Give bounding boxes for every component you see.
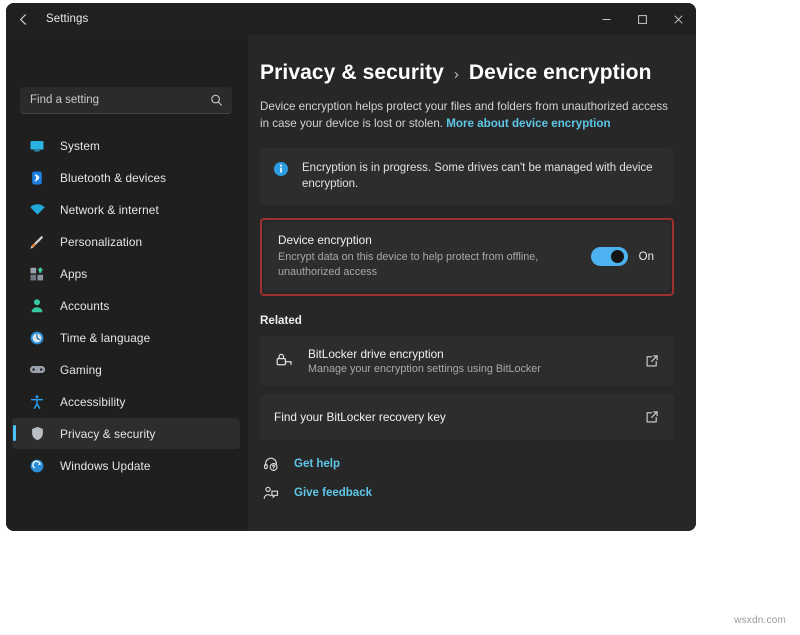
sidebar-item-label: Apps — [60, 266, 88, 281]
close-icon — [673, 14, 684, 25]
device-encryption-card[interactable]: Device encryption Encrypt data on this d… — [264, 221, 670, 292]
search-icon[interactable] — [210, 94, 223, 107]
maximize-button[interactable] — [624, 3, 660, 35]
close-button[interactable] — [660, 3, 696, 35]
paintbrush-icon — [28, 233, 46, 251]
bluetooth-icon — [28, 169, 46, 187]
breadcrumb: Privacy & security › Device encryption — [260, 61, 674, 85]
search-input[interactable] — [20, 87, 232, 113]
related-item-title: Find your BitLocker recovery key — [274, 409, 446, 424]
info-circle-icon — [273, 161, 289, 177]
device-encryption-title: Device encryption — [278, 232, 372, 247]
page-description: Device encryption helps protect your fil… — [260, 99, 672, 133]
sidebar-item-privacy-security[interactable]: Privacy & security — [12, 418, 240, 449]
external-link-icon[interactable] — [644, 410, 660, 424]
sidebar-item-windows-update[interactable]: Windows Update — [12, 450, 240, 481]
window-title: Settings — [46, 13, 89, 25]
back-button[interactable] — [6, 3, 40, 35]
sidebar-item-time-language[interactable]: Time & language — [12, 322, 240, 353]
get-help-link[interactable]: Get help — [262, 456, 674, 473]
page-title: Device encryption — [468, 61, 652, 84]
sidebar-item-personalization[interactable]: Personalization — [12, 226, 240, 257]
sidebar: System Bluetooth & devices Network & int… — [6, 35, 248, 531]
sidebar-item-accounts[interactable]: Accounts — [12, 290, 240, 321]
sidebar-item-label: Accessibility — [60, 394, 126, 409]
sidebar-item-label: Bluetooth & devices — [60, 170, 167, 185]
accessibility-person-icon — [28, 393, 46, 411]
give-feedback-link[interactable]: Give feedback — [262, 485, 674, 502]
window-controls — [588, 3, 696, 35]
apps-grid-icon — [28, 265, 46, 283]
sidebar-item-gaming[interactable]: Gaming — [12, 354, 240, 385]
page-root: Settings Find a setting System Bluetooth… — [0, 0, 800, 635]
window-body: System Bluetooth & devices Network & int… — [6, 35, 696, 531]
shield-icon — [28, 425, 46, 443]
info-banner: Encryption is in progress. Some drives c… — [260, 147, 674, 205]
search-box[interactable] — [20, 87, 232, 114]
person-icon — [28, 297, 46, 315]
device-encryption-highlight: Device encryption Encrypt data on this d… — [260, 217, 674, 296]
related-item-subtitle: Manage your encryption settings using Bi… — [308, 362, 541, 375]
minimize-button[interactable] — [588, 3, 624, 35]
toggle-state-label: On — [638, 250, 654, 263]
sidebar-item-apps[interactable]: Apps — [12, 258, 240, 289]
sidebar-item-system[interactable]: System — [12, 130, 240, 161]
related-item-find-recovery-key[interactable]: Find your BitLocker recovery key — [260, 393, 674, 440]
minimize-icon — [601, 14, 612, 25]
sidebar-item-label: Accounts — [60, 298, 110, 313]
device-encryption-texts: Device encryption Encrypt data on this d… — [278, 233, 581, 281]
related-heading: Related — [260, 313, 302, 327]
title-bar: Settings — [6, 3, 696, 35]
more-about-device-encryption-link[interactable]: More about device encryption — [446, 117, 610, 130]
maximize-icon — [637, 14, 648, 25]
toggle-knob — [610, 250, 624, 264]
monitor-icon — [28, 137, 46, 155]
update-refresh-icon — [28, 457, 46, 475]
sidebar-nav: System Bluetooth & devices Network & int… — [6, 130, 248, 481]
related-item-bitlocker-drive-encryption[interactable]: BitLocker drive encryption Manage your e… — [260, 335, 674, 386]
related-item-texts: Find your BitLocker recovery key — [274, 410, 644, 424]
sidebar-item-label: Network & internet — [60, 202, 159, 217]
related-item-title: BitLocker drive encryption — [308, 346, 444, 361]
chevron-right-icon: › — [453, 66, 459, 83]
device-encryption-toggle-group: On — [590, 247, 654, 267]
sidebar-item-label: Privacy & security — [60, 426, 156, 441]
device-encryption-subtitle: Encrypt data on this device to help prot… — [278, 250, 539, 279]
external-link-icon[interactable] — [644, 354, 660, 368]
main-content: Privacy & security › Device encryption D… — [248, 35, 696, 531]
feedback-person-icon — [262, 485, 279, 502]
breadcrumb-root[interactable]: Privacy & security — [260, 61, 444, 85]
sidebar-item-label: System — [60, 138, 100, 153]
get-help-label: Get help — [294, 458, 341, 471]
settings-window: Settings Find a setting System Bluetooth… — [6, 3, 696, 531]
sidebar-item-label: Gaming — [60, 362, 102, 377]
footer-links: Get help Give feedback — [260, 456, 674, 502]
sidebar-item-label: Windows Update — [60, 458, 151, 473]
device-encryption-toggle[interactable] — [590, 247, 628, 267]
gamepad-icon — [28, 361, 46, 379]
back-arrow-icon — [16, 12, 31, 27]
sidebar-item-accessibility[interactable]: Accessibility — [12, 386, 240, 417]
wifi-icon — [28, 201, 46, 219]
sidebar-item-label: Personalization — [60, 234, 143, 249]
info-banner-text: Encryption is in progress. Some drives c… — [302, 161, 653, 191]
help-headset-icon — [262, 456, 279, 473]
sidebar-item-bluetooth-devices[interactable]: Bluetooth & devices — [12, 162, 240, 193]
sidebar-item-label: Time & language — [60, 330, 151, 345]
drive-lock-icon — [274, 351, 294, 371]
watermark: wsxdn.com — [734, 615, 786, 626]
give-feedback-label: Give feedback — [294, 487, 372, 500]
related-item-texts: BitLocker drive encryption Manage your e… — [308, 347, 644, 375]
clock-icon — [28, 329, 46, 347]
sidebar-item-network-internet[interactable]: Network & internet — [12, 194, 240, 225]
